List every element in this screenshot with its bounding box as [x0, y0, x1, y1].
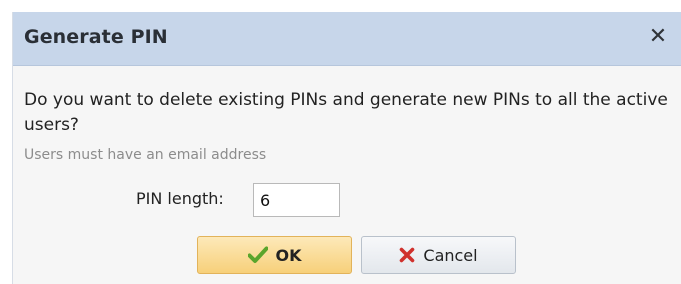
x-icon: [399, 247, 415, 263]
checkmark-icon: [247, 246, 268, 264]
generate-pin-dialog: Generate PIN ✕ Do you want to delete exi…: [12, 12, 681, 284]
dialog-title: Generate PIN: [24, 26, 168, 48]
confirmation-question: Do you want to delete existing PINs and …: [24, 90, 668, 135]
close-icon[interactable]: ✕: [646, 24, 670, 50]
ok-button[interactable]: OK: [197, 236, 352, 274]
cancel-button[interactable]: Cancel: [361, 236, 516, 274]
pin-length-label: PIN length:: [136, 189, 224, 208]
dialog-titlebar: Generate PIN ✕: [13, 12, 681, 66]
ok-button-label: OK: [275, 245, 302, 265]
cancel-button-label: Cancel: [423, 245, 478, 265]
pin-length-input[interactable]: [253, 183, 340, 217]
email-requirement-hint: Users must have an email address: [24, 147, 267, 163]
